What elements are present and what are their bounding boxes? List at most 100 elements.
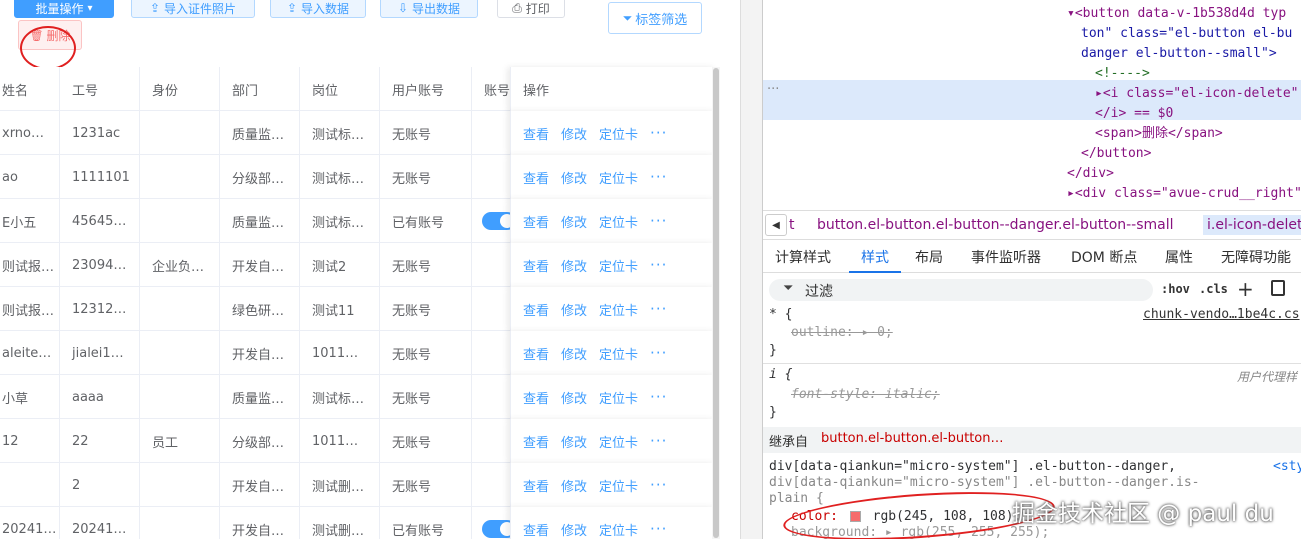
view-link[interactable]: 查看 <box>523 476 549 495</box>
edit-link[interactable]: 修改 <box>561 300 587 319</box>
more-icon[interactable]: ··· <box>650 212 667 230</box>
tab-accessibility[interactable]: 无障碍功能 <box>1221 247 1291 267</box>
edit-link[interactable]: 修改 <box>561 520 587 539</box>
view-link[interactable]: 查看 <box>523 388 549 407</box>
crumb-item-button[interactable]: button.el-button.el-button--danger.el-bu… <box>817 217 1174 233</box>
tab-computed[interactable]: 计算样式 <box>775 247 831 267</box>
export-data-button[interactable]: ⇩ 导出数据 <box>380 0 478 18</box>
cell-user-account: 无账号 <box>380 243 472 287</box>
rule-source-link[interactable]: chunk-vendo…1be4c.cs <box>1143 306 1300 324</box>
more-icon[interactable]: ··· <box>650 432 667 450</box>
view-link[interactable]: 查看 <box>523 212 549 231</box>
edit-link[interactable]: 修改 <box>561 168 587 187</box>
locate-card-link[interactable]: 定位卡 <box>599 212 638 231</box>
cell-department: 质量监… <box>220 111 300 155</box>
dom-node-line[interactable]: </div> <box>1067 164 1114 184</box>
cell-employee-id: 45645… <box>60 199 140 243</box>
tab-styles[interactable]: 样式 <box>861 247 889 267</box>
tab-event-listeners[interactable]: 事件监听器 <box>971 247 1041 267</box>
more-icon[interactable]: ··· <box>650 256 667 274</box>
tag-filter-button[interactable]: ⏷ 标签筛选 <box>608 2 702 34</box>
edit-link[interactable]: 修改 <box>561 432 587 451</box>
account-status-toggle[interactable] <box>482 212 511 230</box>
rule-source-link[interactable]: <sty <box>1273 458 1301 476</box>
crumb-item[interactable]: t <box>789 217 795 233</box>
row-operations: 查看 修改 定位卡 ··· <box>510 375 716 419</box>
edit-link[interactable]: 修改 <box>561 124 587 143</box>
cell-name: E小五 <box>0 199 60 243</box>
import-data-button[interactable]: ⇪ 导入数据 <box>270 0 366 18</box>
dom-node-line[interactable]: danger el-button--small"> <box>1081 44 1277 64</box>
export-data-label: 导出数据 <box>412 1 461 16</box>
cell-department: 质量监… <box>220 375 300 419</box>
account-status-toggle[interactable] <box>482 520 511 538</box>
cell-user-account: 无账号 <box>380 419 472 463</box>
edit-link[interactable]: 修改 <box>561 256 587 275</box>
tab-layout[interactable]: 布局 <box>915 247 943 267</box>
tab-dom-breakpoints[interactable]: DOM 断点 <box>1071 247 1137 267</box>
locate-card-link[interactable]: 定位卡 <box>599 520 638 539</box>
dom-node-line[interactable]: <!----> <box>1095 64 1150 84</box>
view-link[interactable]: 查看 <box>523 256 549 275</box>
new-rule-button[interactable]: + <box>1237 277 1254 301</box>
dom-node-line[interactable]: </i> == $0 <box>1095 104 1173 124</box>
header-operations: 操作 <box>510 67 716 111</box>
locate-card-link[interactable]: 定位卡 <box>599 168 638 187</box>
cell-account <box>472 243 512 287</box>
crumb-scroll-left-icon[interactable]: ◀ <box>765 214 787 236</box>
batch-operation-button[interactable]: 批量操作 ▾ <box>14 0 114 18</box>
dom-node-line[interactable]: ▾<button data-v-1b538d4d typ <box>1067 4 1286 24</box>
inherited-from-label: 继承自 <box>769 435 809 450</box>
edit-link[interactable]: 修改 <box>561 476 587 495</box>
more-icon[interactable]: ··· <box>650 124 667 142</box>
more-icon[interactable]: ··· <box>650 168 667 186</box>
locate-card-link[interactable]: 定位卡 <box>599 300 638 319</box>
cell-position: 测试标… <box>300 375 380 419</box>
cell-department: 分级部… <box>220 155 300 199</box>
locate-card-link[interactable]: 定位卡 <box>599 432 638 451</box>
more-icon[interactable]: ··· <box>650 300 667 318</box>
locate-card-link[interactable]: 定位卡 <box>599 256 638 275</box>
locate-card-link[interactable]: 定位卡 <box>599 388 638 407</box>
row-operations: 查看 修改 定位卡 ··· <box>510 111 716 155</box>
view-link[interactable]: 查看 <box>523 432 549 451</box>
view-link[interactable]: 查看 <box>523 168 549 187</box>
dom-node-line[interactable]: ▸<div class="avue-crud__right" <box>1067 184 1301 204</box>
funnel-icon: ⏷ <box>783 281 794 296</box>
view-link[interactable]: 查看 <box>523 300 549 319</box>
cell-department: 开发自… <box>220 243 300 287</box>
rule-selector: plain { <box>769 491 824 506</box>
rule-property[interactable]: font-style: italic; <box>791 386 940 404</box>
user-agent-stylesheet-label: 用户代理样 <box>1237 370 1298 384</box>
locate-card-link[interactable]: 定位卡 <box>599 124 638 143</box>
more-icon[interactable]: ··· <box>650 476 667 494</box>
tab-properties[interactable]: 属性 <box>1165 247 1193 267</box>
crumb-item-icon-delete[interactable]: i.el-icon-delet <box>1203 215 1301 235</box>
paint-brush-icon[interactable] <box>1271 280 1285 296</box>
print-button[interactable]: ⎙ 打印 <box>497 0 565 18</box>
dom-node-line[interactable]: <span>删除</span> <box>1095 124 1223 144</box>
edit-link[interactable]: 修改 <box>561 344 587 363</box>
class-toggle-button[interactable]: .cls <box>1199 282 1228 296</box>
edit-link[interactable]: 修改 <box>561 212 587 231</box>
locate-card-link[interactable]: 定位卡 <box>599 476 638 495</box>
more-icon[interactable]: ··· <box>650 344 667 362</box>
hover-state-button[interactable]: :hov <box>1161 282 1190 296</box>
panel-divider[interactable] <box>740 0 762 539</box>
more-icon[interactable]: ··· <box>650 388 667 406</box>
locate-card-link[interactable]: 定位卡 <box>599 344 638 363</box>
view-link[interactable]: 查看 <box>523 344 549 363</box>
edit-link[interactable]: 修改 <box>561 388 587 407</box>
view-link[interactable]: 查看 <box>523 520 549 539</box>
dom-node-line[interactable]: </button> <box>1081 144 1151 164</box>
import-photos-button[interactable]: ⇪ 导入证件照片 <box>131 0 255 18</box>
rule-property[interactable]: outline: ▸ 0; <box>791 324 893 342</box>
cell-identity <box>140 375 220 419</box>
view-link[interactable]: 查看 <box>523 124 549 143</box>
dom-node-line[interactable]: ▸<i class="el-icon-delete" <box>1095 84 1299 104</box>
more-icon[interactable]: ··· <box>650 520 667 538</box>
dom-node-line[interactable]: ton" class="el-button el-bu <box>1081 24 1292 44</box>
table-scroll-thumb[interactable] <box>713 68 719 538</box>
inherited-from-link[interactable]: button.el-button.el-button… <box>821 431 1004 446</box>
node-actions-dots[interactable]: ··· <box>767 80 779 100</box>
